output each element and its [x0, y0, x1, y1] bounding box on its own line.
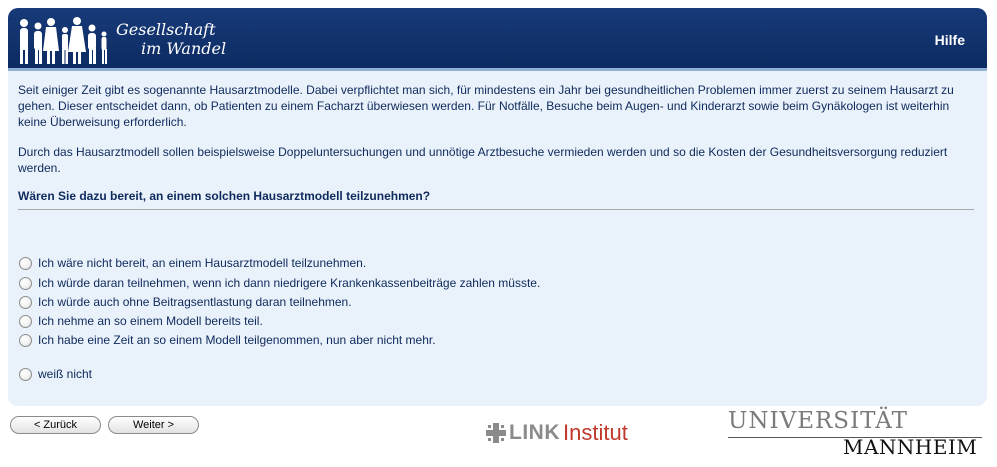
link-institut-logo: LINK Institut	[486, 420, 628, 446]
next-button[interactable]: Weiter >	[108, 416, 199, 434]
answer-option-label: Ich habe eine Zeit an so einem Modell te…	[38, 333, 436, 347]
intro-paragraph-2: Durch das Hausarztmodell sollen beispiel…	[18, 145, 948, 175]
people-silhouette-logo	[20, 17, 107, 64]
university-logo-line1: UNIVERSITÄT	[728, 408, 908, 434]
answer-option-label: Ich würde daran teilnehmen, wenn ich dan…	[38, 276, 541, 290]
link-logo-institut: Institut	[563, 420, 628, 445]
link-logo-word: LINK	[509, 421, 560, 444]
logo-line2: im Wandel	[141, 39, 227, 58]
question-text: Wären Sie dazu bereit, an einem solchen …	[18, 189, 974, 210]
link-cross-icon	[486, 423, 506, 443]
radio-button[interactable]	[19, 256, 32, 270]
answer-option-dont-know[interactable]: weiß nicht	[19, 367, 92, 381]
logo-line1: Gesellschaft	[116, 20, 216, 39]
answer-option-4[interactable]: Ich nehme an so einem Modell bereits tei…	[19, 314, 263, 328]
answer-option-5[interactable]: Ich habe eine Zeit an so einem Modell te…	[19, 333, 436, 347]
university-logo-line2: MANNHEIM	[843, 435, 978, 459]
answer-option-label: Ich würde auch ohne Beitragsentlastung d…	[38, 295, 352, 309]
answer-option-label: Ich wäre nicht bereit, an einem Hausarzt…	[38, 256, 367, 270]
radio-button[interactable]	[19, 333, 32, 347]
back-button[interactable]: < Zurück	[10, 416, 101, 434]
intro-paragraph-1: Seit einiger Zeit gibt es sogenannte Hau…	[18, 83, 954, 129]
radio-button[interactable]	[19, 295, 32, 309]
survey-panel: Gesellschaft im Wandel Hilfe Seit einige…	[8, 8, 987, 406]
answer-option-1[interactable]: Ich wäre nicht bereit, an einem Hausarzt…	[19, 256, 366, 270]
answer-option-label: weiß nicht	[38, 367, 93, 381]
radio-button[interactable]	[19, 314, 32, 328]
logo-text: Gesellschaft im Wandel	[116, 20, 226, 58]
answer-option-2[interactable]: Ich würde daran teilnehmen, wenn ich dan…	[19, 276, 540, 290]
header-bar: Gesellschaft im Wandel Hilfe	[8, 8, 987, 71]
radio-button[interactable]	[19, 367, 32, 381]
answer-option-label: Ich nehme an so einem Modell bereits tei…	[38, 314, 263, 328]
radio-button[interactable]	[19, 276, 32, 290]
answer-option-3[interactable]: Ich würde auch ohne Beitragsentlastung d…	[19, 295, 352, 309]
help-link[interactable]: Hilfe	[935, 32, 965, 48]
